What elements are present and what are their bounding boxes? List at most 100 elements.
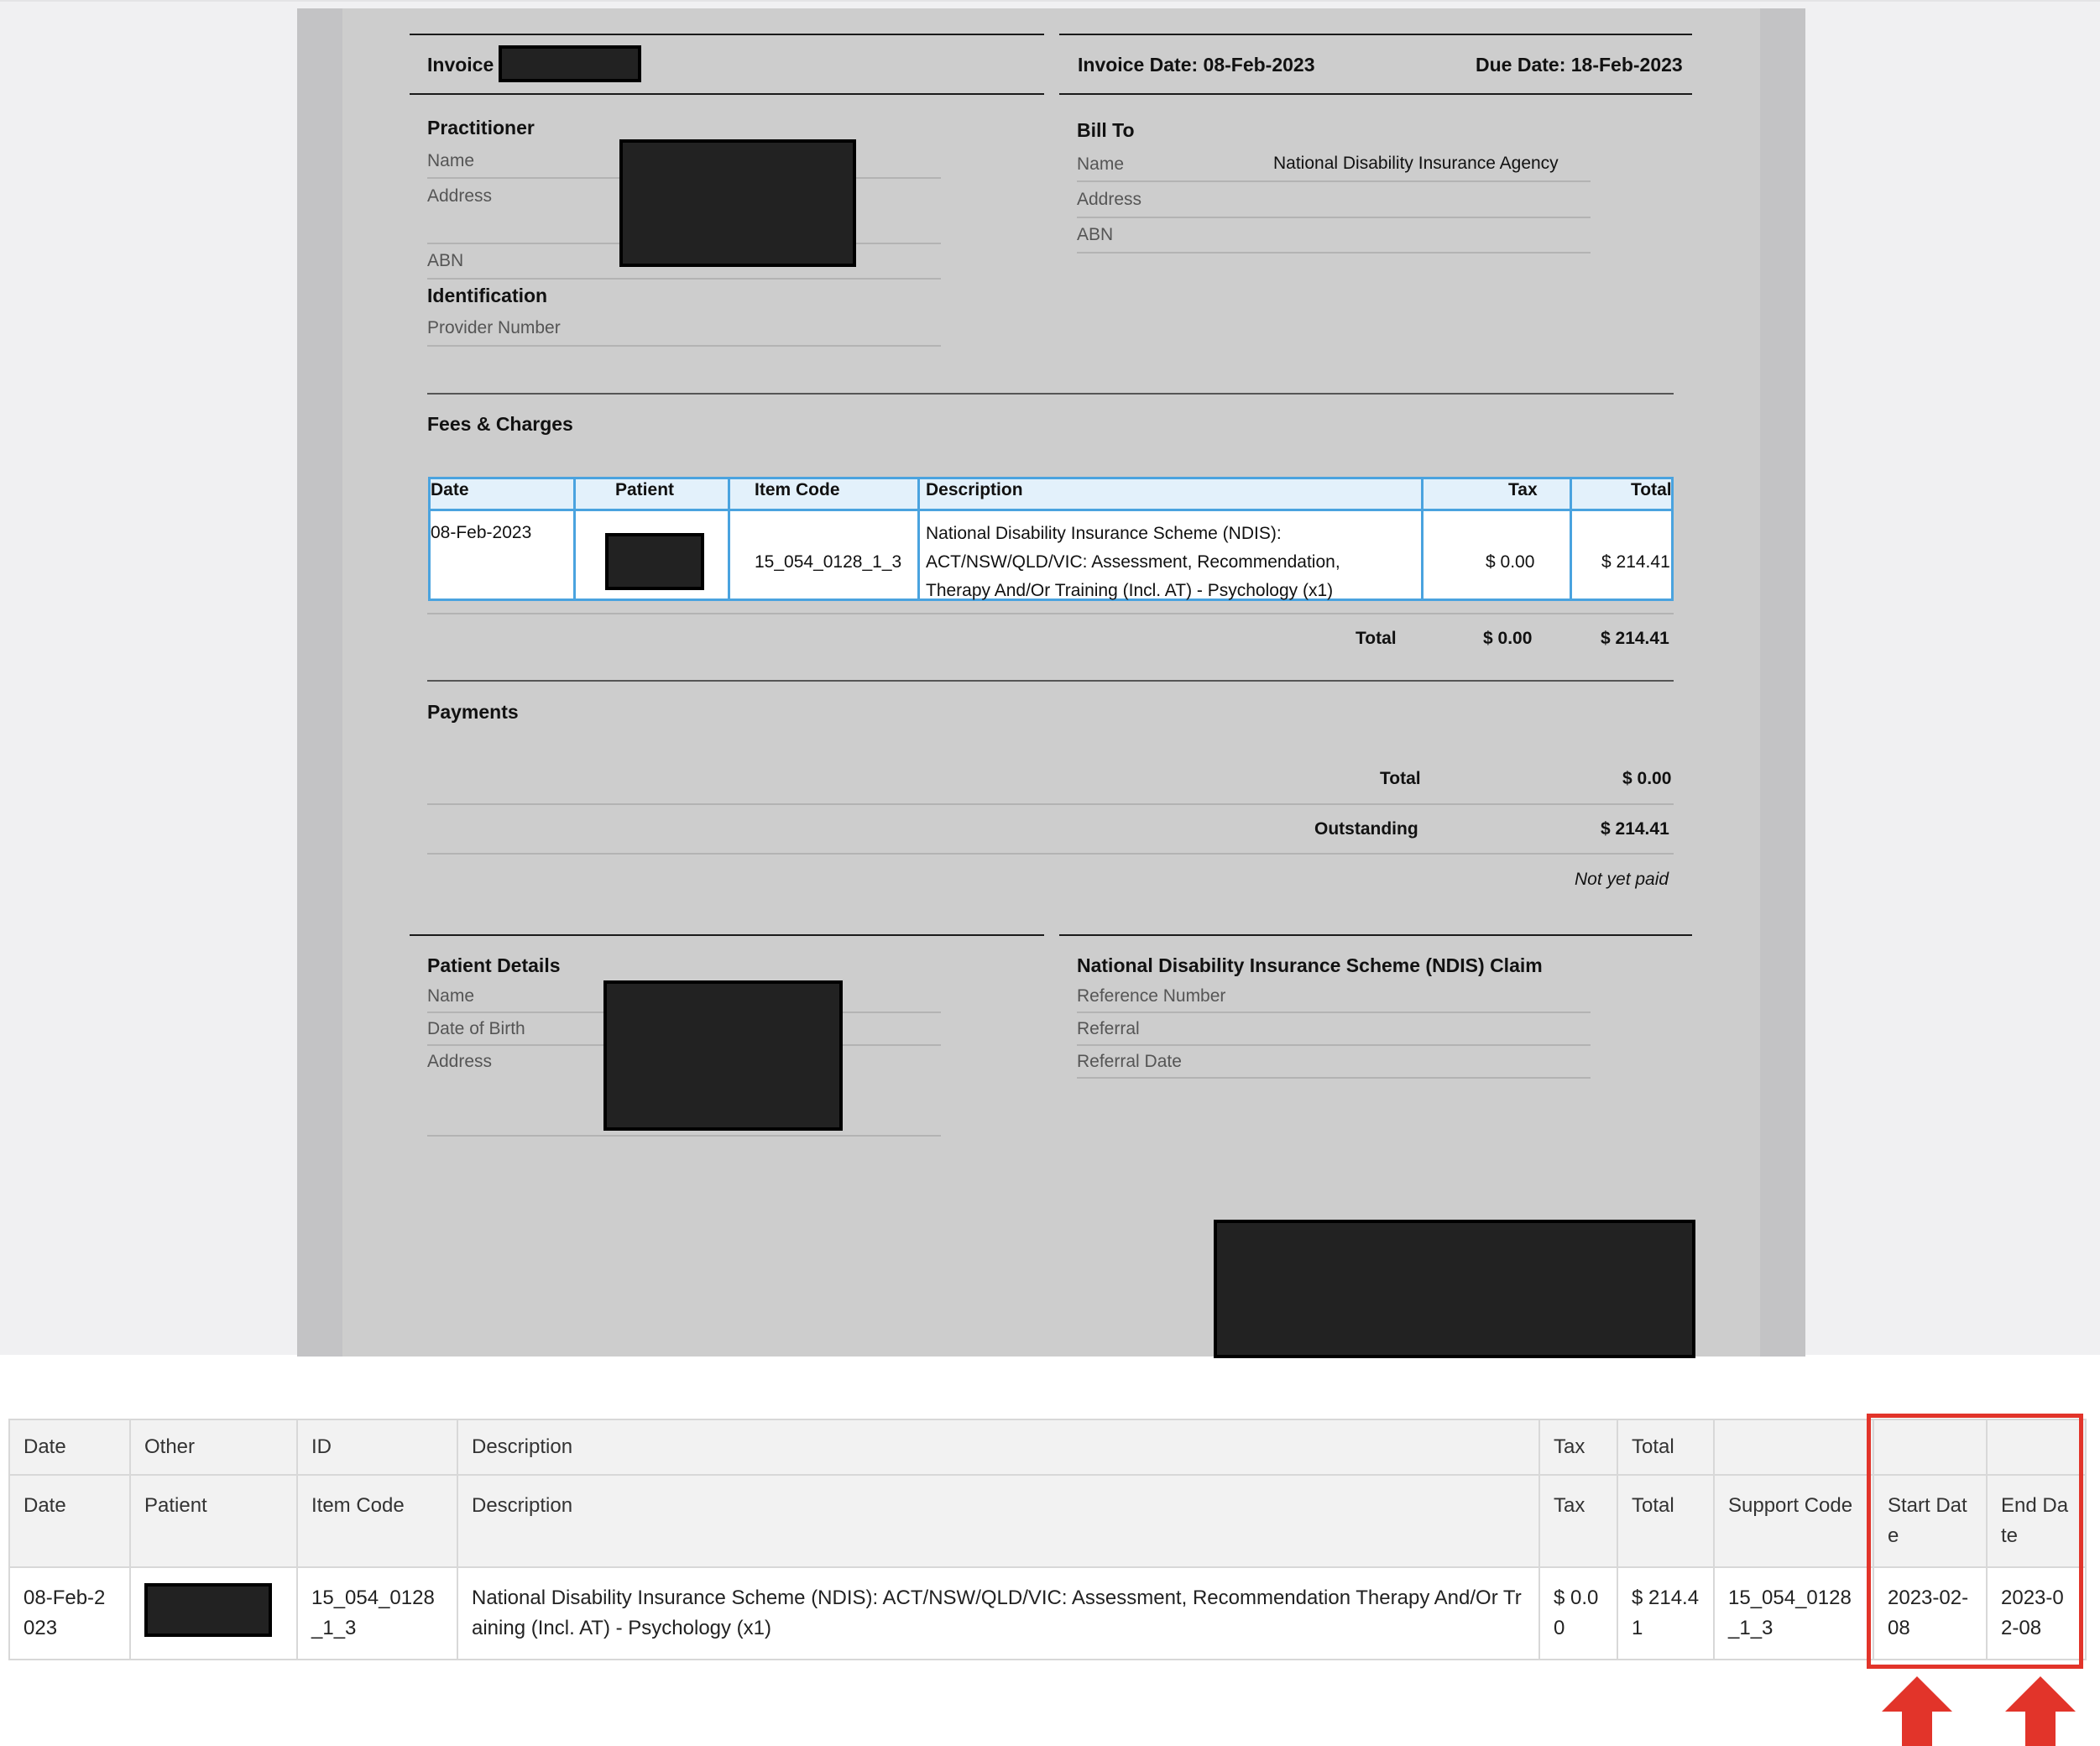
cell-header[interactable]: Description [457, 1419, 1540, 1476]
outstanding-value: $ 214.41 [1601, 819, 1669, 839]
cell-patient[interactable] [129, 1566, 298, 1660]
practitioner-address-label: Address [427, 186, 493, 206]
fees-row-item-code: 15_054_0128_1_3 [755, 552, 902, 572]
section-rule [427, 393, 1674, 395]
cell-header[interactable]: Date [8, 1474, 131, 1568]
fees-patient-redaction [605, 533, 704, 590]
col-divider [917, 479, 920, 599]
divider [427, 613, 1674, 614]
invoice-label: Invoice [427, 54, 494, 76]
fees-total-tax: $ 0.00 [1483, 629, 1533, 648]
divider [1077, 252, 1591, 254]
identification-heading: Identification [427, 285, 548, 306]
col-divider [573, 479, 576, 599]
patient-address-label: Address [427, 1052, 493, 1071]
cell-header[interactable]: Tax [1538, 1474, 1618, 1568]
cell-header[interactable]: Total [1617, 1419, 1715, 1476]
divider [1077, 180, 1591, 182]
fees-col-item-code: Item Code [755, 480, 840, 499]
divider [1077, 217, 1591, 218]
cell-support-code[interactable]: 15_054_0128_1_3 [1713, 1566, 1874, 1660]
payments-heading: Payments [427, 701, 519, 723]
cell-header[interactable]: Item Code [296, 1474, 458, 1568]
header-rule-bottom-right [1059, 93, 1692, 95]
fees-row-desc-line1: National Disability Insurance Scheme (ND… [926, 524, 1282, 543]
bill-to-name-value: National Disability Insurance Agency [1273, 154, 1559, 173]
cell-header[interactable]: Total [1617, 1474, 1715, 1568]
divider [427, 853, 1674, 855]
cell-header[interactable]: Description [457, 1474, 1540, 1568]
arrow-up-icon [1882, 1676, 1952, 1746]
cell-header[interactable]: Tax [1538, 1419, 1618, 1476]
practitioner-heading: Practitioner [427, 117, 535, 139]
fees-total-total: $ 214.41 [1601, 629, 1669, 648]
practitioner-abn-label: ABN [427, 251, 464, 270]
header-rule-left [410, 34, 1044, 35]
ndis-claim-heading: National Disability Insurance Scheme (ND… [1077, 954, 1543, 976]
date-columns-highlight [1867, 1414, 2083, 1669]
extracted-data-table: Date Other ID Description Tax Total Date… [8, 1419, 2087, 1660]
table-row: 08-Feb-2023 15_054_0128_1_3 National Dis… [8, 1566, 2087, 1660]
outstanding-label: Outstanding [1314, 819, 1418, 839]
table-row: Date Other ID Description Tax Total [8, 1419, 2087, 1476]
referral-date-label: Referral Date [1077, 1052, 1182, 1071]
invoice-page [342, 8, 1760, 1357]
col-divider [1570, 479, 1572, 599]
fees-col-patient: Patient [615, 480, 675, 499]
bill-to-name-label: Name [1077, 154, 1125, 174]
payment-status: Not yet paid [1575, 870, 1669, 889]
cell-header[interactable]: Other [129, 1419, 298, 1476]
section-rule-right [1059, 934, 1692, 936]
provider-number-label: Provider Number [427, 318, 561, 337]
invoice-date: Invoice Date: 08-Feb-2023 [1078, 54, 1315, 76]
cell-header[interactable]: Patient [129, 1474, 298, 1568]
cell-header[interactable]: ID [296, 1419, 458, 1476]
fees-row-desc-line3: Therapy And/Or Training (Incl. AT) - Psy… [926, 581, 1334, 600]
signature-redaction [1214, 1220, 1695, 1358]
header-rule-bottom-left [410, 93, 1044, 95]
cell-header[interactable]: Support Code [1713, 1474, 1874, 1568]
fees-total-label: Total [1356, 629, 1397, 648]
fees-row-desc-line2: ACT/NSW/QLD/VIC: Assessment, Recommendat… [926, 552, 1340, 572]
divider [427, 345, 941, 347]
payments-total-value: $ 0.00 [1622, 769, 1672, 788]
reference-number-label: Reference Number [1077, 986, 1226, 1006]
section-rule-left [410, 934, 1044, 936]
divider [427, 803, 1674, 805]
fees-col-date: Date [431, 480, 469, 499]
bill-to-address-label: Address [1077, 190, 1142, 209]
fees-col-total: Total [1631, 480, 1672, 499]
divider [1077, 1044, 1591, 1046]
cell-header[interactable]: Date [8, 1419, 131, 1476]
cell-header[interactable] [1713, 1419, 1874, 1476]
cell-description[interactable]: National Disability Insurance Scheme (ND… [457, 1566, 1540, 1660]
practitioner-redaction [619, 139, 856, 267]
col-divider [728, 479, 730, 599]
table-row: Date Patient Item Code Description Tax T… [8, 1474, 2087, 1568]
cell-id[interactable]: 15_054_0128_1_3 [296, 1566, 458, 1660]
col-divider [1421, 479, 1424, 599]
patient-details-heading: Patient Details [427, 954, 561, 976]
patient-redaction [603, 980, 843, 1131]
fees-row-tax: $ 0.00 [1486, 552, 1535, 572]
due-date: Due Date: 18-Feb-2023 [1476, 54, 1683, 76]
divider [1077, 1077, 1591, 1079]
practitioner-name-label: Name [427, 151, 475, 170]
fees-row-total: $ 214.41 [1601, 552, 1670, 572]
document-viewer: Invoice Invoice Date: 08-Feb-2023 Due Da… [0, 0, 2100, 1358]
patient-redaction [144, 1583, 272, 1637]
fees-row-date: 08-Feb-2023 [431, 523, 532, 542]
referral-label: Referral [1077, 1019, 1140, 1038]
fees-heading: Fees & Charges [427, 413, 573, 435]
cell-total[interactable]: $ 214.41 [1617, 1566, 1715, 1660]
payments-total-label: Total [1380, 769, 1421, 788]
cell-date[interactable]: 08-Feb-2023 [8, 1566, 131, 1660]
cell-tax[interactable]: $ 0.00 [1538, 1566, 1618, 1660]
invoice-number-redaction [499, 45, 641, 82]
arrow-up-icon [2005, 1676, 2076, 1746]
patient-dob-label: Date of Birth [427, 1019, 525, 1038]
bill-to-abn-label: ABN [1077, 225, 1114, 244]
divider [427, 1135, 941, 1137]
section-rule [427, 680, 1674, 682]
bill-to-heading: Bill To [1077, 119, 1135, 141]
